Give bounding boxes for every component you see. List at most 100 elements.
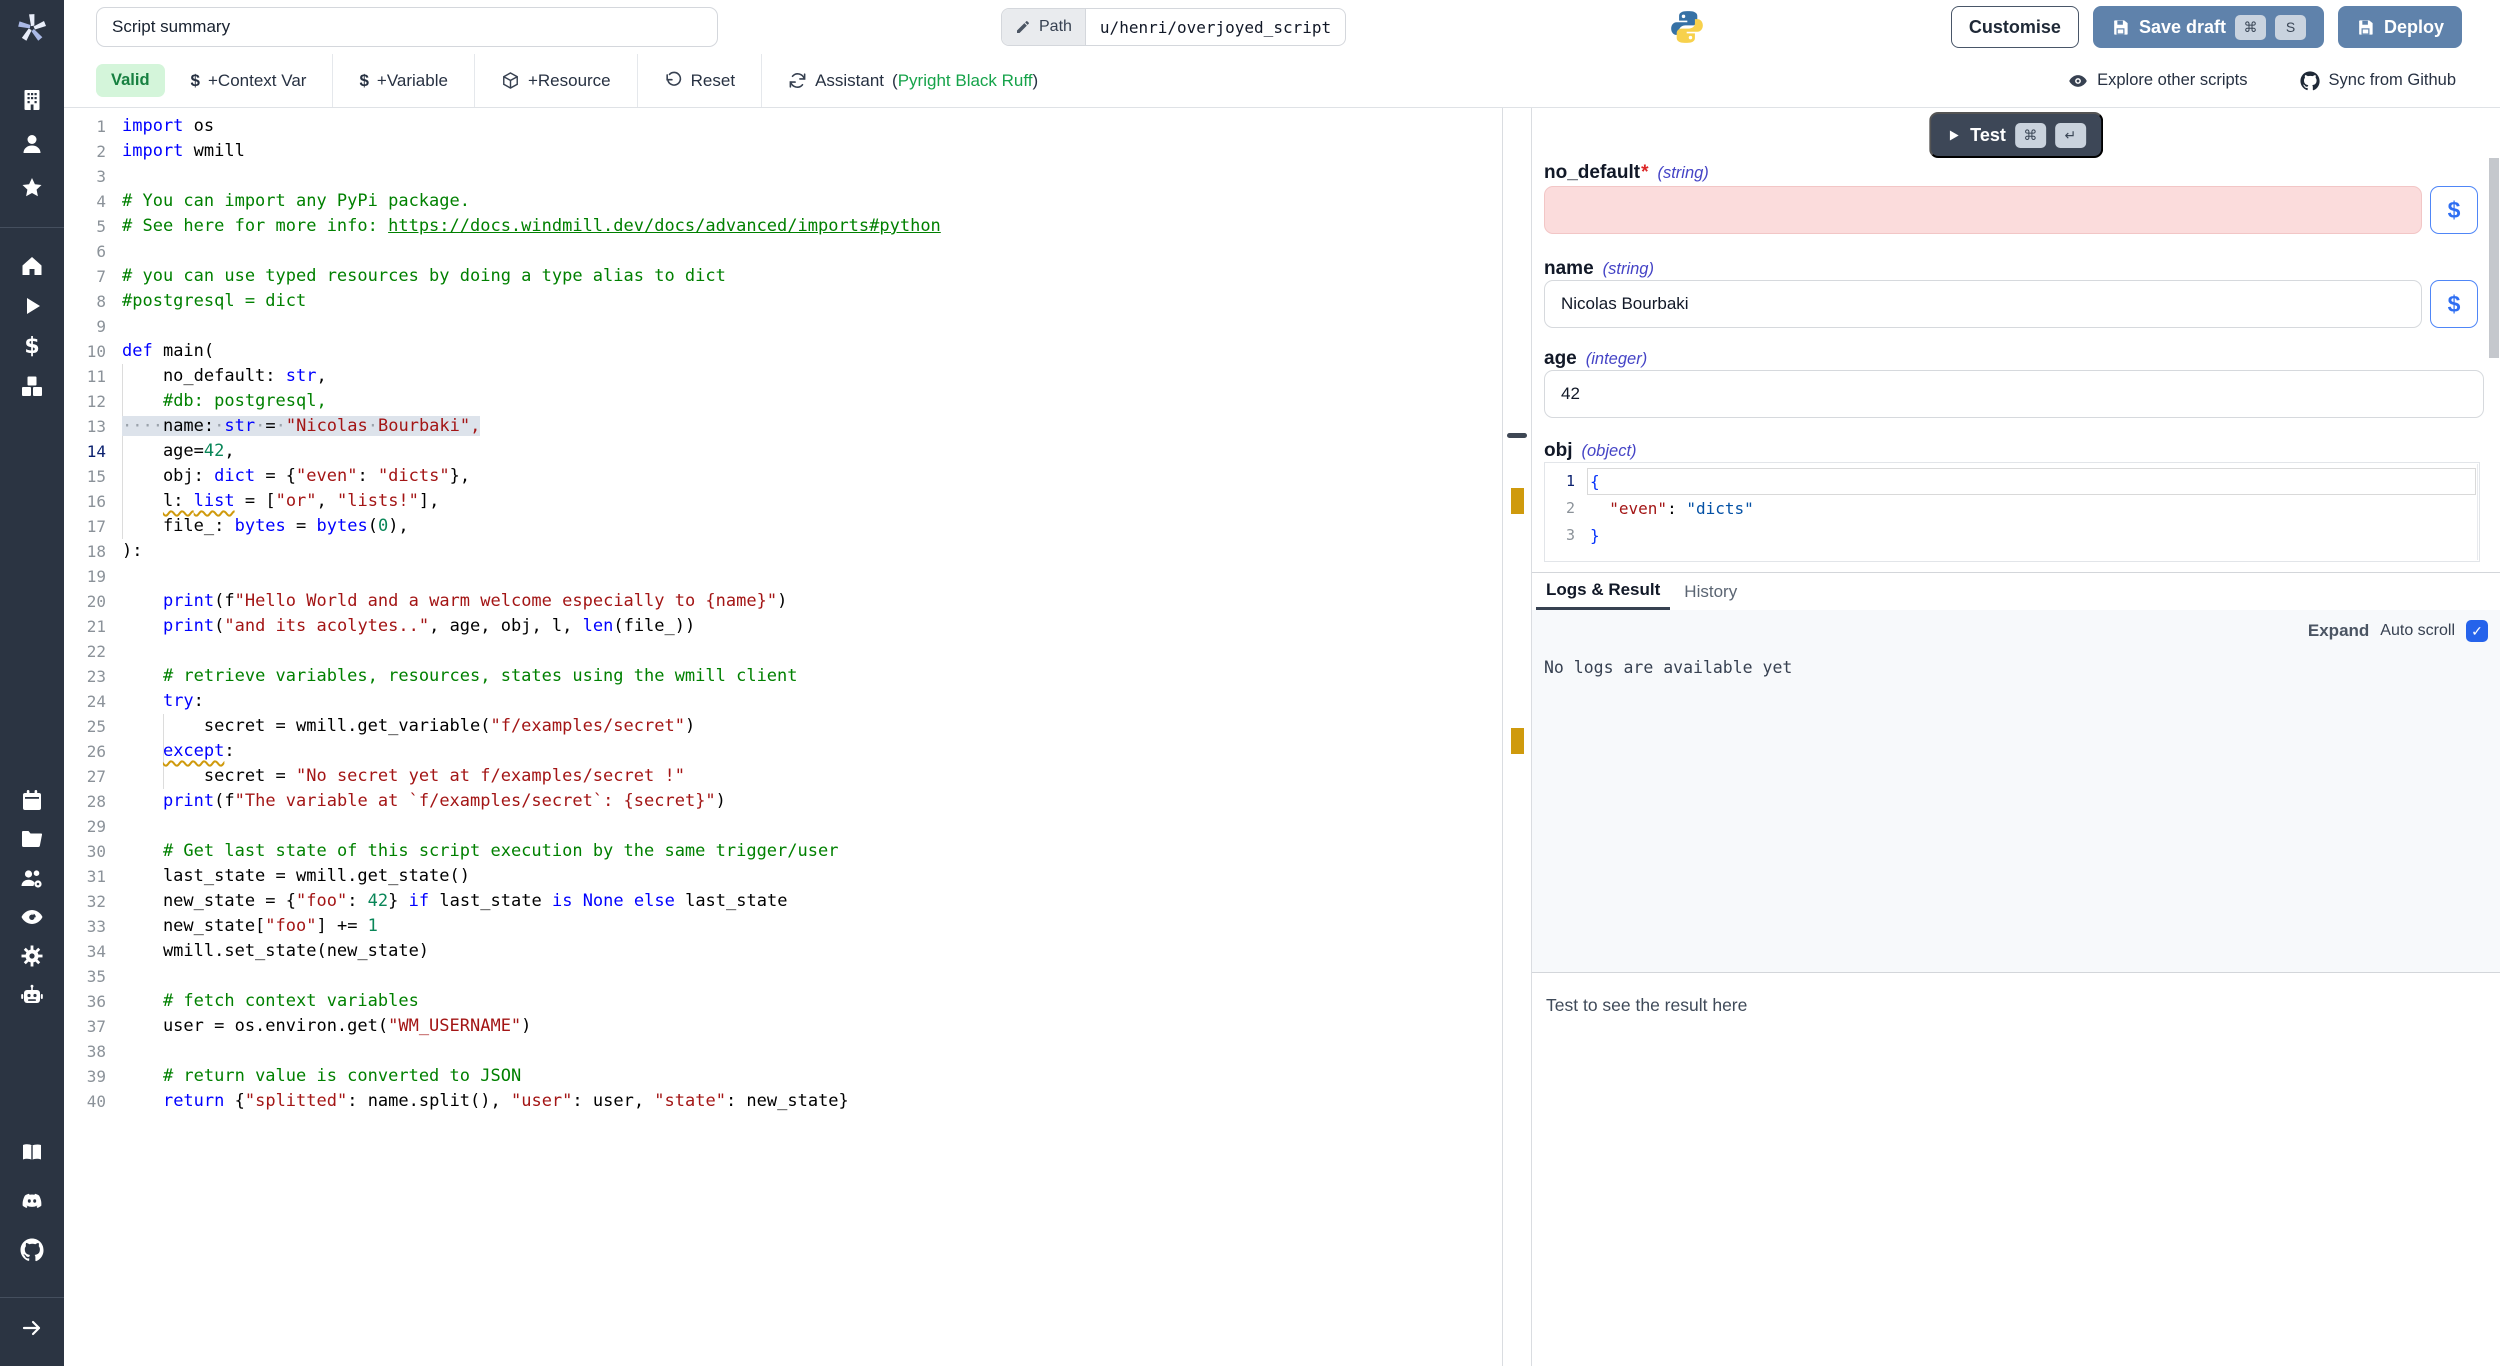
workspace-icon[interactable] — [20, 88, 44, 112]
code-line[interactable]: 20 print(f"Hello World and a warm welcom… — [64, 589, 1502, 614]
obj-json-editor[interactable]: 1{2 "even": "dicts"3} — [1544, 462, 2480, 562]
code-line[interactable]: 35 — [64, 964, 1502, 989]
path-value: u/henri/overjoyed_script — [1086, 9, 1345, 45]
runs-icon[interactable] — [20, 294, 44, 318]
save-icon — [2111, 18, 2130, 37]
age-input[interactable] — [1544, 370, 2484, 418]
toolbar-assistant-button[interactable]: Assistant(Pyright Black Ruff) — [762, 54, 1064, 107]
sidebar-divider — [0, 1297, 64, 1298]
windmill-logo-icon[interactable] — [14, 10, 50, 46]
code-line[interactable]: 19 — [64, 564, 1502, 589]
groups-icon[interactable] — [20, 866, 44, 890]
code-line[interactable]: 24 try: — [64, 689, 1502, 714]
variables-icon[interactable]: $ — [20, 334, 44, 358]
json-editor-line[interactable]: 1{ — [1545, 468, 2479, 495]
name-input[interactable] — [1544, 280, 2422, 328]
warning-marker — [1511, 488, 1524, 514]
code-editor[interactable]: 1import os2import wmill34# You can impor… — [64, 108, 1502, 1366]
code-line[interactable]: 2import wmill — [64, 139, 1502, 164]
code-line[interactable]: 13····name:·str·=·"Nicolas·Bourbaki", — [64, 414, 1502, 439]
save-draft-button[interactable]: Save draft ⌘ S — [2093, 6, 2324, 48]
favorites-icon[interactable] — [20, 176, 44, 200]
code-line[interactable]: 7# you can use typed resources by doing … — [64, 264, 1502, 289]
eye-icon — [2068, 71, 2088, 91]
code-line[interactable]: 11 no_default: str, — [64, 364, 1502, 389]
code-line[interactable]: 14 age=42, — [64, 439, 1502, 464]
no-default-input[interactable] — [1544, 186, 2422, 234]
expand-logs-button[interactable]: Expand — [2308, 621, 2369, 641]
code-line[interactable]: 12 #db: postgresql, — [64, 389, 1502, 414]
home-icon[interactable] — [20, 254, 44, 278]
code-line[interactable]: 9 — [64, 314, 1502, 339]
audit-icon[interactable] — [20, 905, 44, 929]
code-line[interactable]: 28 print(f"The variable at `f/examples/s… — [64, 789, 1502, 814]
code-line[interactable]: 5# See here for more info: https://docs.… — [64, 214, 1502, 239]
code-line[interactable]: 23 # retrieve variables, resources, stat… — [64, 664, 1502, 689]
code-line[interactable]: 34 wmill.set_state(new_state) — [64, 939, 1502, 964]
schedules-icon[interactable] — [20, 788, 44, 812]
script-summary-input[interactable] — [96, 7, 718, 47]
panel-splitter[interactable] — [1502, 108, 1532, 1366]
toolbar-variable-button[interactable]: $+Variable — [333, 54, 474, 107]
kbd-cmd: ⌘ — [2015, 123, 2046, 148]
code-line[interactable]: 29 — [64, 814, 1502, 839]
json-editor-line[interactable]: 2 "even": "dicts" — [1545, 495, 2479, 522]
collapse-sidebar-icon[interactable] — [20, 1316, 44, 1340]
code-line[interactable]: 38 — [64, 1039, 1502, 1064]
insert-variable-button[interactable]: $ — [2430, 186, 2478, 234]
code-line[interactable]: 25 secret = wmill.get_variable("f/exampl… — [64, 714, 1502, 739]
sidebar-group — [0, 788, 64, 1007]
folders-icon[interactable] — [20, 827, 44, 851]
code-line[interactable]: 40 return {"splitted": name.split(), "us… — [64, 1089, 1502, 1114]
test-button[interactable]: Test ⌘ ↵ — [1929, 112, 2103, 158]
sync-from-github-link[interactable]: Sync from Github — [2300, 71, 2456, 91]
topbar-actions: Customise Save draft ⌘ S Deploy — [1951, 6, 2462, 48]
code-line[interactable]: 21 print("and its acolytes..", age, obj,… — [64, 614, 1502, 639]
code-line[interactable]: 16 l: list = ["or", "lists!"], — [64, 489, 1502, 514]
code-line[interactable]: 1import os — [64, 114, 1502, 139]
code-line[interactable]: 26 except: — [64, 739, 1502, 764]
toolbar-resource-button[interactable]: +Resource — [475, 54, 637, 107]
resources-icon[interactable] — [20, 374, 44, 398]
code-line[interactable]: 39 # return value is converted to JSON — [64, 1064, 1502, 1089]
code-line[interactable]: 31 last_state = wmill.get_state() — [64, 864, 1502, 889]
code-line[interactable]: 18): — [64, 539, 1502, 564]
splitter-drag-handle[interactable] — [1507, 433, 1527, 438]
users-icon[interactable] — [20, 132, 44, 156]
code-line[interactable]: 22 — [64, 639, 1502, 664]
deploy-button[interactable]: Deploy — [2338, 6, 2462, 48]
code-line[interactable]: 27 secret = "No secret yet at f/examples… — [64, 764, 1502, 789]
code-line[interactable]: 8#postgresql = dict — [64, 289, 1502, 314]
explore-other-scripts-link[interactable]: Explore other scripts — [2068, 71, 2247, 91]
sidebar-group — [0, 1140, 64, 1262]
auto-scroll-checkbox[interactable]: ✓ — [2466, 620, 2488, 642]
customise-button[interactable]: Customise — [1951, 6, 2079, 48]
code-line[interactable]: 33 new_state["foo"] += 1 — [64, 914, 1502, 939]
code-line[interactable]: 32 new_state = {"foo": 42} if last_state… — [64, 889, 1502, 914]
code-line[interactable]: 17 file_: bytes = bytes(0), — [64, 514, 1502, 539]
tab-history[interactable]: History — [1674, 573, 1747, 610]
code-line[interactable]: 6 — [64, 239, 1502, 264]
toolbar-reset-button[interactable]: Reset — [638, 54, 761, 107]
toolbar-contextvar-button[interactable]: $+Context Var — [165, 54, 333, 107]
field-label-no-default: no_default*(string) — [1544, 162, 1709, 184]
code-line[interactable]: 4# You can import any PyPi package. — [64, 189, 1502, 214]
insert-variable-button[interactable]: $ — [2430, 280, 2478, 328]
tab-logs-result[interactable]: Logs & Result — [1536, 573, 1670, 610]
code-line[interactable]: 30 # Get last state of this script execu… — [64, 839, 1502, 864]
code-line[interactable]: 15 obj: dict = {"even": "dicts"}, — [64, 464, 1502, 489]
code-line[interactable]: 3 — [64, 164, 1502, 189]
code-line[interactable]: 36 # fetch context variables — [64, 989, 1502, 1014]
json-editor-line[interactable]: 3} — [1545, 522, 2479, 549]
github-icon[interactable] — [20, 1238, 44, 1262]
settings-icon[interactable] — [20, 944, 44, 968]
field-label-age: age(integer) — [1544, 348, 1647, 370]
form-scrollbar[interactable] — [2489, 158, 2499, 358]
ai-icon[interactable] — [20, 983, 44, 1007]
code-line[interactable]: 37 user = os.environ.get("WM_USERNAME") — [64, 1014, 1502, 1039]
docs-icon[interactable] — [20, 1140, 44, 1164]
path-badge[interactable]: Path u/henri/overjoyed_script — [1001, 8, 1346, 46]
discord-icon[interactable] — [20, 1189, 44, 1213]
code-line[interactable]: 10def main( — [64, 339, 1502, 364]
lint-status-badge: Valid — [96, 64, 165, 97]
